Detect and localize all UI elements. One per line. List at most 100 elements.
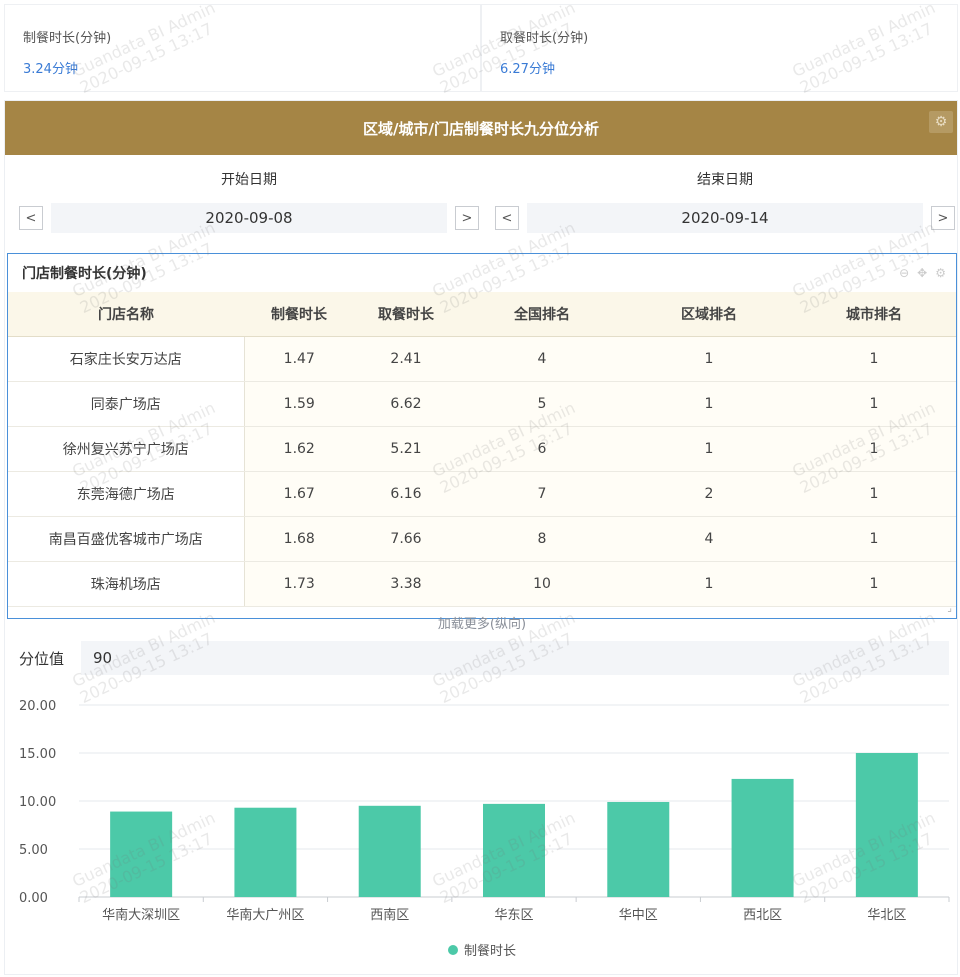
date-filter-row: 开始日期 < 2020-09-08 > 结束日期 < 2020-09-14 > xyxy=(5,169,959,239)
y-tick-label: 20.00 xyxy=(19,699,56,714)
legend-swatch xyxy=(448,945,458,955)
analysis-panel: 区域/城市/门店制餐时长九分位分析 ⚙ 开始日期 < 2020-09-08 > … xyxy=(4,100,958,975)
start-next-button[interactable]: > xyxy=(455,206,479,230)
col-header[interactable]: 取餐时长 xyxy=(354,292,458,337)
start-date-filter: 开始日期 < 2020-09-08 > xyxy=(19,169,479,233)
store-name-cell: 石家庄长安万达店 xyxy=(8,336,245,382)
table-cell: 5.21 xyxy=(354,426,458,472)
kpi-value: 6.27分钟 xyxy=(500,62,555,77)
table-cell: 7 xyxy=(458,471,626,517)
table-row[interactable]: 南昌百盛优客城市广场店 1.68 7.66 8 4 1 xyxy=(8,516,956,562)
panel-title: 区域/城市/门店制餐时长九分位分析 xyxy=(363,119,599,138)
kpi-card-cook: 制餐时长(分钟) 3.24分钟 xyxy=(4,4,481,92)
table-cell: 1 xyxy=(626,336,792,382)
x-tick-label: 西北区 xyxy=(743,908,782,923)
resize-handle-icon[interactable]: ⌟ xyxy=(947,603,952,614)
table-cell: 2.41 xyxy=(354,336,458,382)
y-tick-label: 5.00 xyxy=(19,843,48,858)
x-tick-label: 华东区 xyxy=(494,908,533,923)
kpi-card-pickup: 取餐时长(分钟) 6.27分钟 xyxy=(481,4,958,92)
table-cell: 1 xyxy=(792,426,956,472)
table-cell: 1.59 xyxy=(244,381,354,427)
table-cell: 1.62 xyxy=(244,426,354,472)
end-date-label: 结束日期 xyxy=(697,172,753,188)
percentile-input[interactable]: 90 xyxy=(81,641,949,675)
table-cell: 2 xyxy=(626,471,792,517)
table-cell: 1 xyxy=(626,561,792,607)
table-cell: 1 xyxy=(626,381,792,427)
end-date-filter: 结束日期 < 2020-09-14 > xyxy=(495,169,955,233)
y-tick-label: 0.00 xyxy=(19,891,48,906)
table-cell: 1.67 xyxy=(244,471,354,517)
expand-icon[interactable]: ✥ xyxy=(917,266,927,280)
percentile-filter: 分位值 90 xyxy=(19,641,949,675)
chart-bar xyxy=(110,811,173,897)
table-cell: 1 xyxy=(626,426,792,472)
table-cell: 3.38 xyxy=(354,561,458,607)
col-header[interactable]: 城市排名 xyxy=(792,292,956,337)
search-icon[interactable]: ⊖ xyxy=(899,266,909,280)
table-cell: 1 xyxy=(792,561,956,607)
table-cell: 4 xyxy=(626,516,792,562)
load-more-link[interactable]: 加载更多(纵向) xyxy=(8,607,956,637)
end-date-field[interactable]: 2020-09-14 xyxy=(527,203,923,233)
settings-icon[interactable]: ⚙ xyxy=(935,266,946,280)
legend-label: 制餐时长 xyxy=(464,943,516,959)
x-tick-label: 西南区 xyxy=(370,907,409,923)
table-cell: 10 xyxy=(458,561,626,607)
start-prev-button[interactable]: < xyxy=(19,206,43,230)
y-tick-label: 15.00 xyxy=(19,747,56,762)
table-toolbar: ⊖ ✥ ⚙ xyxy=(899,266,946,280)
table-title: 门店制餐时长(分钟) xyxy=(22,266,147,282)
kpi-row: 制餐时长(分钟) 3.24分钟 取餐时长(分钟) 6.27分钟 xyxy=(4,4,958,92)
table-cell: 1 xyxy=(792,471,956,517)
chart-bar xyxy=(358,805,421,897)
kpi-value: 3.24分钟 xyxy=(23,62,78,77)
table-row[interactable]: 徐州复兴苏宁广场店 1.62 5.21 6 1 1 xyxy=(8,426,956,472)
table-cell: 5 xyxy=(458,381,626,427)
store-table: 门店名称 制餐时长 取餐时长 全国排名 区域排名 城市排名 石家庄长安万达店 1.… xyxy=(8,292,956,607)
col-header[interactable]: 门店名称 xyxy=(8,292,244,337)
table-cell: 6.62 xyxy=(354,381,458,427)
kpi-label: 制餐时长(分钟) xyxy=(23,31,112,46)
table-row[interactable]: 石家庄长安万达店 1.47 2.41 4 1 1 xyxy=(8,336,956,382)
table-cell: 1.68 xyxy=(244,516,354,562)
table-cell: 1.47 xyxy=(244,336,354,382)
chart-svg: 0.00 5.00 10.00 15.00 20.00 华南大深圳区 华南大广州区 西南区 华东… xyxy=(19,699,950,959)
x-tick-label: 华中区 xyxy=(619,908,658,923)
chart-bar xyxy=(731,778,794,897)
x-tick-label: 华南大深圳区 xyxy=(102,907,180,923)
table-cell: 6.16 xyxy=(354,471,458,517)
start-date-label: 开始日期 xyxy=(221,172,277,188)
table-cell: 1.73 xyxy=(244,561,354,607)
store-name-cell: 南昌百盛优客城市广场店 xyxy=(8,516,245,562)
table-cell: 1 xyxy=(792,516,956,562)
table-row[interactable]: 同泰广场店 1.59 6.62 5 1 1 xyxy=(8,381,956,427)
gear-icon[interactable]: ⚙ xyxy=(929,111,953,133)
table-cell: 1 xyxy=(792,381,956,427)
table-cell: 8 xyxy=(458,516,626,562)
chart-bar xyxy=(855,753,918,897)
chart-bar xyxy=(483,803,545,897)
percentile-label: 分位值 xyxy=(19,649,65,668)
table-cell: 1 xyxy=(792,336,956,382)
table-row[interactable]: 珠海机场店 1.73 3.38 10 1 1 xyxy=(8,561,956,607)
end-next-button[interactable]: > xyxy=(931,206,955,230)
panel-header: 区域/城市/门店制餐时长九分位分析 ⚙ xyxy=(5,101,957,155)
table-cell: 7.66 xyxy=(354,516,458,562)
col-header[interactable]: 制餐时长 xyxy=(244,292,354,337)
table-row[interactable]: 东莞海德广场店 1.67 6.16 7 2 1 xyxy=(8,471,956,517)
col-header[interactable]: 区域排名 xyxy=(626,292,792,337)
chart-bar xyxy=(234,807,297,897)
bar-chart: 0.00 5.00 10.00 15.00 20.00 华南大深圳区 华南大广州区 西南区 华东… xyxy=(5,681,959,971)
col-header[interactable]: 全国排名 xyxy=(458,292,626,337)
table-header-row: 门店名称 制餐时长 取餐时长 全国排名 区域排名 城市排名 xyxy=(8,292,956,337)
store-name-cell: 东莞海德广场店 xyxy=(8,471,245,517)
y-tick-label: 10.00 xyxy=(19,795,56,810)
start-date-field[interactable]: 2020-09-08 xyxy=(51,203,447,233)
kpi-label: 取餐时长(分钟) xyxy=(500,31,589,46)
end-prev-button[interactable]: < xyxy=(495,206,519,230)
table-cell: 6 xyxy=(458,426,626,472)
store-name-cell: 同泰广场店 xyxy=(8,381,245,427)
store-name-cell: 珠海机场店 xyxy=(8,561,245,607)
